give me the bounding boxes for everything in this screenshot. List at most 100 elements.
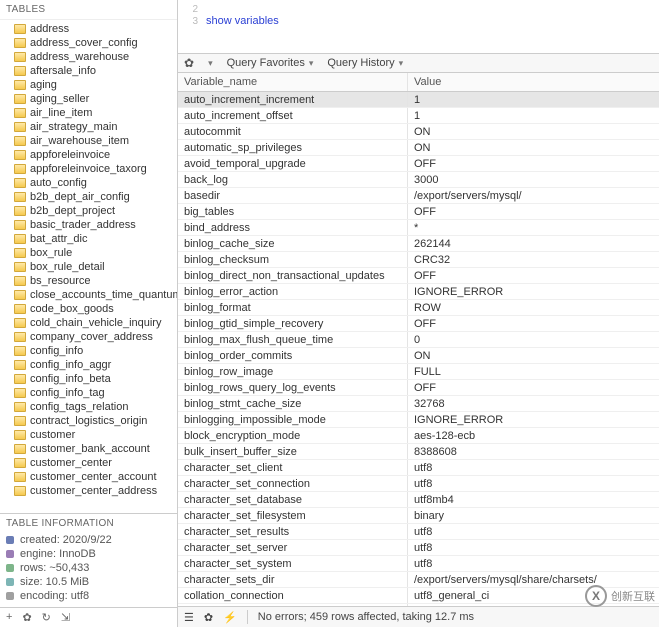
variable-value: *	[408, 220, 659, 235]
variable-row[interactable]: binlog_formatROW	[178, 300, 659, 316]
variable-row[interactable]: binlog_error_actionIGNORE_ERROR	[178, 284, 659, 300]
table-item[interactable]: aging_seller	[0, 92, 177, 106]
variable-row[interactable]: character_set_filesystembinary	[178, 508, 659, 524]
table-item[interactable]: bat_attr_dic	[0, 232, 177, 246]
zap-icon[interactable]: ⚡	[223, 611, 237, 624]
table-item[interactable]: address_warehouse	[0, 50, 177, 64]
results-grid[interactable]: auto_increment_increment1auto_increment_…	[178, 92, 659, 606]
table-item[interactable]: contract_logistics_origin	[0, 414, 177, 428]
variable-row[interactable]: bind_address*	[178, 220, 659, 236]
variable-row[interactable]: back_log3000	[178, 172, 659, 188]
table-item[interactable]: box_rule	[0, 246, 177, 260]
variable-row[interactable]: collation_connectionutf8_general_ci	[178, 588, 659, 604]
table-item[interactable]: config_info_aggr	[0, 358, 177, 372]
variable-row[interactable]: binlog_checksumCRC32	[178, 252, 659, 268]
table-item[interactable]: config_info_tag	[0, 386, 177, 400]
variable-row[interactable]: binlog_stmt_cache_size32768	[178, 396, 659, 412]
table-item[interactable]: auto_config	[0, 176, 177, 190]
table-label: aging_seller	[30, 93, 89, 105]
table-item[interactable]: aftersale_info	[0, 64, 177, 78]
variable-row[interactable]: automatic_sp_privilegesON	[178, 140, 659, 156]
table-icon	[14, 416, 26, 426]
table-label: address	[30, 23, 69, 35]
table-item[interactable]: address	[0, 22, 177, 36]
table-icon	[14, 374, 26, 384]
table-item[interactable]: customer_center_account	[0, 470, 177, 484]
info-label: encoding: utf8	[20, 590, 89, 602]
chevron-down-icon[interactable]: ▾	[208, 58, 213, 69]
table-item[interactable]: appforeleinvoice_taxorg	[0, 162, 177, 176]
variable-row[interactable]: character_set_systemutf8	[178, 556, 659, 572]
table-icon	[14, 248, 26, 258]
table-item[interactable]: customer_center_address	[0, 484, 177, 498]
table-item[interactable]: customer_center	[0, 456, 177, 470]
table-item[interactable]: customer_bank_account	[0, 442, 177, 456]
sql-editor[interactable]: 2 3show variables	[178, 0, 659, 54]
variable-row[interactable]: binlog_order_commitsON	[178, 348, 659, 364]
variable-row[interactable]: binlogging_impossible_modeIGNORE_ERROR	[178, 412, 659, 428]
column-header-name[interactable]: Variable_name	[178, 73, 408, 91]
variable-row[interactable]: character_set_databaseutf8mb4	[178, 492, 659, 508]
variable-value: CRC32	[408, 252, 659, 267]
variable-row[interactable]: block_encryption_modeaes-128-ecb	[178, 428, 659, 444]
settings-icon[interactable]: ✿	[184, 56, 194, 70]
table-label: b2b_dept_project	[30, 205, 115, 217]
table-item[interactable]: company_cover_address	[0, 330, 177, 344]
export-button[interactable]: ⇲	[61, 611, 70, 624]
variable-row[interactable]: binlog_gtid_simple_recoveryOFF	[178, 316, 659, 332]
table-item[interactable]: b2b_dept_project	[0, 204, 177, 218]
variable-row[interactable]: avoid_temporal_upgradeOFF	[178, 156, 659, 172]
query-favorites-dropdown[interactable]: Query Favorites▾	[227, 57, 314, 69]
table-icon	[14, 290, 26, 300]
table-list[interactable]: addressaddress_cover_configaddress_wareh…	[0, 20, 177, 513]
table-item[interactable]: b2b_dept_air_config	[0, 190, 177, 204]
table-item[interactable]: cold_chain_vehicle_inquiry	[0, 316, 177, 330]
variable-row[interactable]: auto_increment_offset1	[178, 108, 659, 124]
variable-row[interactable]: character_set_clientutf8	[178, 460, 659, 476]
table-item[interactable]: config_info_beta	[0, 372, 177, 386]
table-item[interactable]: bs_resource	[0, 274, 177, 288]
gear-button[interactable]: ✿	[22, 611, 31, 624]
variable-row[interactable]: auto_increment_increment1	[178, 92, 659, 108]
variable-value: OFF	[408, 204, 659, 219]
variable-row[interactable]: basedir/export/servers/mysql/	[178, 188, 659, 204]
column-header-value[interactable]: Value	[408, 73, 659, 91]
table-item[interactable]: box_rule_detail	[0, 260, 177, 274]
table-item[interactable]: air_warehouse_item	[0, 134, 177, 148]
table-label: auto_config	[30, 177, 87, 189]
query-history-dropdown[interactable]: Query History▾	[327, 57, 403, 69]
variable-value: ON	[408, 348, 659, 363]
variable-row[interactable]: binlog_rows_query_log_eventsOFF	[178, 380, 659, 396]
variable-row[interactable]: binlog_direct_non_transactional_updatesO…	[178, 268, 659, 284]
variable-row[interactable]: autocommitON	[178, 124, 659, 140]
table-item[interactable]: aging	[0, 78, 177, 92]
table-label: air_line_item	[30, 107, 92, 119]
variable-row[interactable]: character_set_serverutf8	[178, 540, 659, 556]
table-item[interactable]: basic_trader_address	[0, 218, 177, 232]
table-label: aging	[30, 79, 57, 91]
table-item[interactable]: config_info	[0, 344, 177, 358]
menu-icon[interactable]: ☰	[184, 611, 194, 624]
table-item[interactable]: address_cover_config	[0, 36, 177, 50]
variable-row[interactable]: character_set_resultsutf8	[178, 524, 659, 540]
table-item[interactable]: air_strategy_main	[0, 120, 177, 134]
table-item[interactable]: code_box_goods	[0, 302, 177, 316]
table-item[interactable]: customer	[0, 428, 177, 442]
variable-row[interactable]: binlog_cache_size262144	[178, 236, 659, 252]
variable-name: basedir	[178, 188, 408, 203]
variable-row[interactable]: binlog_row_imageFULL	[178, 364, 659, 380]
sql-text: show variables	[206, 15, 279, 27]
table-item[interactable]: close_accounts_time_quantum	[0, 288, 177, 302]
table-item[interactable]: config_tags_relation	[0, 400, 177, 414]
variable-row[interactable]: bulk_insert_buffer_size8388608	[178, 444, 659, 460]
table-item[interactable]: appforeleinvoice	[0, 148, 177, 162]
add-button[interactable]: +	[6, 611, 12, 624]
table-item[interactable]: air_line_item	[0, 106, 177, 120]
refresh-button[interactable]: ↻	[42, 611, 51, 624]
variable-row[interactable]: binlog_max_flush_queue_time0	[178, 332, 659, 348]
variable-row[interactable]: character_set_connectionutf8	[178, 476, 659, 492]
variable-row[interactable]: character_sets_dir/export/servers/mysql/…	[178, 572, 659, 588]
variable-row[interactable]: big_tablesOFF	[178, 204, 659, 220]
gear-icon[interactable]: ✿	[204, 611, 213, 624]
table-icon	[14, 52, 26, 62]
